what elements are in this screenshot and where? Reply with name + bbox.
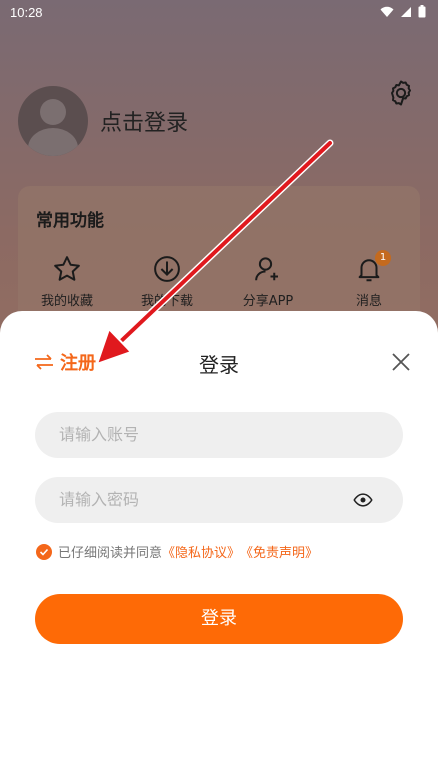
func-item-downloads[interactable]: 我的下载 [127,254,207,309]
func-item-label: 消息 [355,294,382,309]
login-button[interactable]: 登录 [35,594,403,644]
avatar[interactable] [18,86,88,156]
login-sheet: 注册 登录 请输入账号 请输入密码 已仔细阅读并同意 《隐私协议》 《免责声明》… [0,311,438,779]
disclaimer-link[interactable]: 《免责声明》 [240,542,318,561]
func-item-messages[interactable]: 1 消息 [329,250,409,309]
privacy-link[interactable]: 《隐私协议》 [162,542,240,561]
status-bar: 10:28 [0,0,438,26]
message-badge: 1 [375,250,391,266]
login-prompt[interactable]: 点击登录 [100,105,188,137]
status-icons [380,5,426,18]
star-icon [54,256,80,281]
settings-gear-icon[interactable] [386,78,416,108]
func-item-share-app[interactable]: 分享APP [228,254,308,309]
battery-icon [418,5,426,18]
agree-text: 已仔细阅读并同意 [58,546,163,561]
eye-icon[interactable] [353,490,373,510]
agree-checkbox[interactable] [36,543,52,560]
password-placeholder: 请输入密码 [59,490,140,509]
close-icon[interactable] [390,351,412,373]
func-item-favorites[interactable]: 我的收藏 [27,254,107,309]
functions-title: 常用功能 [36,211,104,231]
account-input[interactable]: 请输入账号 [35,412,403,458]
register-button[interactable]: 注册 [34,349,96,375]
agreement-row: 已仔细阅读并同意 《隐私协议》 《免责声明》 [36,542,318,561]
status-time: 10:28 [10,5,43,20]
download-icon [154,256,180,282]
signal-icon [401,6,411,17]
profile-header[interactable]: 点击登录 [18,86,188,156]
register-label: 注册 [60,353,96,374]
checkmark-icon [39,548,49,556]
wifi-icon [380,6,394,17]
switch-arrows-icon [35,354,53,370]
share-user-icon [255,257,278,281]
func-item-label: 我的收藏 [40,294,93,309]
func-item-label: 我的下载 [140,294,193,309]
password-input[interactable]: 请输入密码 [35,477,403,523]
func-item-label: 分享APP [242,294,294,309]
